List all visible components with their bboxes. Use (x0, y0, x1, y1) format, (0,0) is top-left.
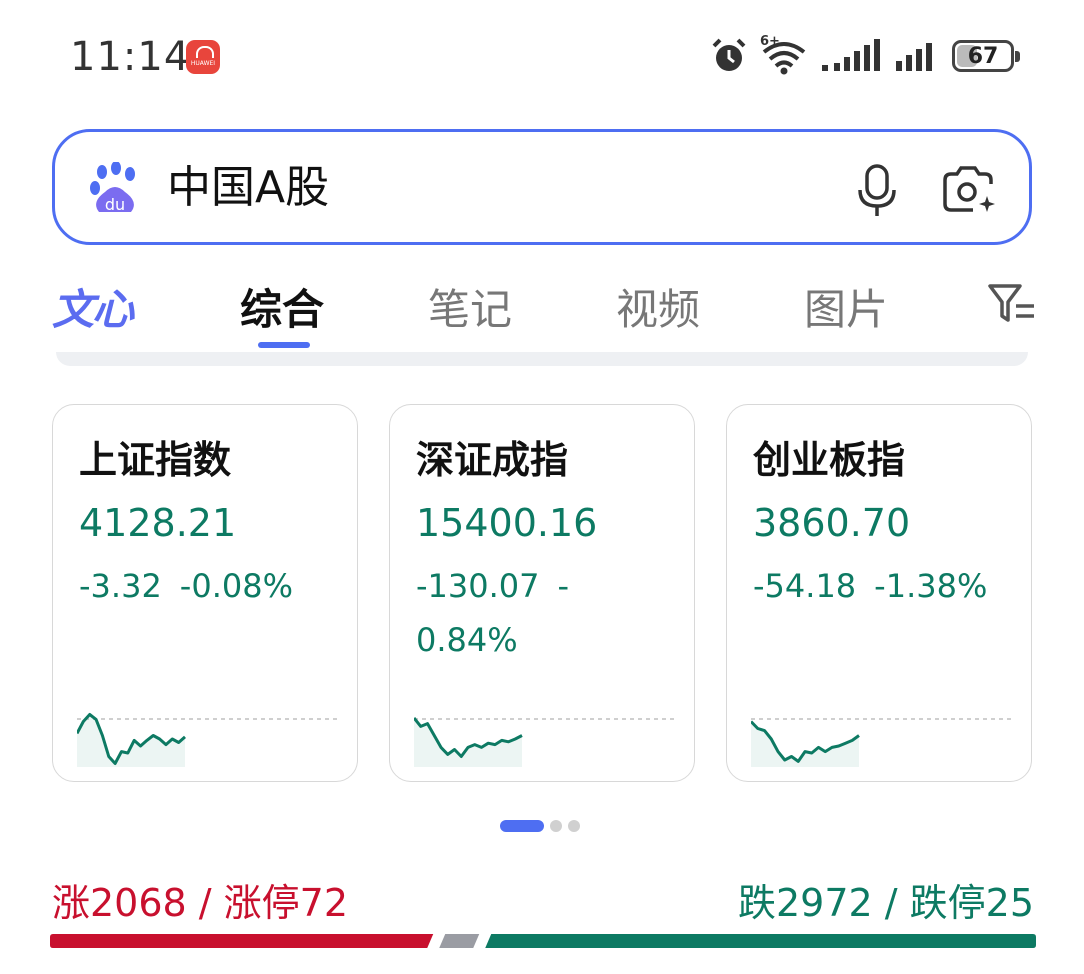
battery-icon: 67 (952, 40, 1020, 72)
index-change: -54.18 -1.38% (753, 559, 1013, 613)
index-change-pct: -0.08% (179, 567, 293, 605)
index-sparkline (414, 717, 674, 767)
index-change: -3.32 -0.08% (79, 559, 339, 613)
signal-icon (822, 39, 880, 71)
tab-video[interactable]: 视频 (616, 276, 700, 337)
index-change-pct: -1.38% (874, 567, 988, 605)
tab-images[interactable]: 图片 (804, 276, 888, 337)
battery-level: 67 (967, 43, 999, 69)
index-change-value: -54.18 (753, 567, 857, 605)
tab-comprehensive[interactable]: 综合 (240, 276, 324, 337)
wifi-icon: 6+ (760, 34, 808, 76)
market-breadth-bar (50, 934, 1036, 948)
huawei-badge-label: HUAWEI (190, 60, 216, 67)
result-card-edge (56, 352, 1028, 366)
status-bar: 11:14 HUAWEI 6+ 67 (0, 0, 1084, 110)
baidu-logo-text: du (105, 195, 125, 214)
decliners-segment (485, 934, 1036, 948)
index-change-value: -130.07 (416, 567, 540, 605)
index-sparkline (77, 713, 337, 767)
filter-icon[interactable] (986, 280, 1034, 326)
pager-dot[interactable] (568, 820, 580, 832)
search-tabs: 文心 综合 笔记 视频 图片 (0, 262, 1084, 352)
camera-search-icon[interactable] (939, 162, 999, 218)
index-sparkline (751, 718, 1011, 767)
advancers-text: 涨2068 / 涨停72 (52, 881, 349, 925)
index-change: -130.07 -0.84% (416, 559, 676, 667)
index-card-chinext[interactable]: 创业板指 3860.70 -54.18 -1.38% (726, 404, 1032, 782)
baidu-paw-icon: du (90, 162, 135, 214)
index-change-value: -3.32 (79, 567, 162, 605)
huawei-app-icon: HUAWEI (186, 40, 220, 74)
index-card-shenzhen[interactable]: 深证成指 15400.16 -130.07 -0.84% (389, 404, 695, 782)
signal-icon (896, 43, 932, 71)
index-name: 创业板指 (753, 438, 906, 482)
unchanged-segment (439, 934, 480, 948)
alarm-icon (712, 38, 746, 71)
index-name: 上证指数 (79, 438, 232, 482)
tab-wenxin[interactable]: 文心 (52, 276, 134, 337)
microphone-icon[interactable] (855, 162, 899, 220)
active-tab-indicator (258, 342, 310, 348)
pager-dot[interactable] (500, 820, 544, 832)
search-box[interactable]: du 中国A股 (52, 129, 1032, 245)
status-time: 11:14 (70, 34, 191, 80)
index-price: 4128.21 (79, 501, 237, 545)
pager-dot[interactable] (550, 820, 562, 832)
carousel-pager[interactable] (500, 820, 580, 832)
advancers-segment (50, 934, 434, 948)
tab-notes[interactable]: 笔记 (428, 276, 512, 337)
search-input[interactable]: 中国A股 (167, 158, 329, 218)
status-icons: 6+ 67 (710, 34, 1020, 76)
decliners-text: 跌2972 / 跌停25 (737, 881, 1034, 925)
index-card-shanghai[interactable]: 上证指数 4128.21 -3.32 -0.08% (52, 404, 358, 782)
index-price: 15400.16 (416, 501, 598, 545)
index-price: 3860.70 (753, 501, 911, 545)
index-name: 深证成指 (416, 438, 569, 482)
